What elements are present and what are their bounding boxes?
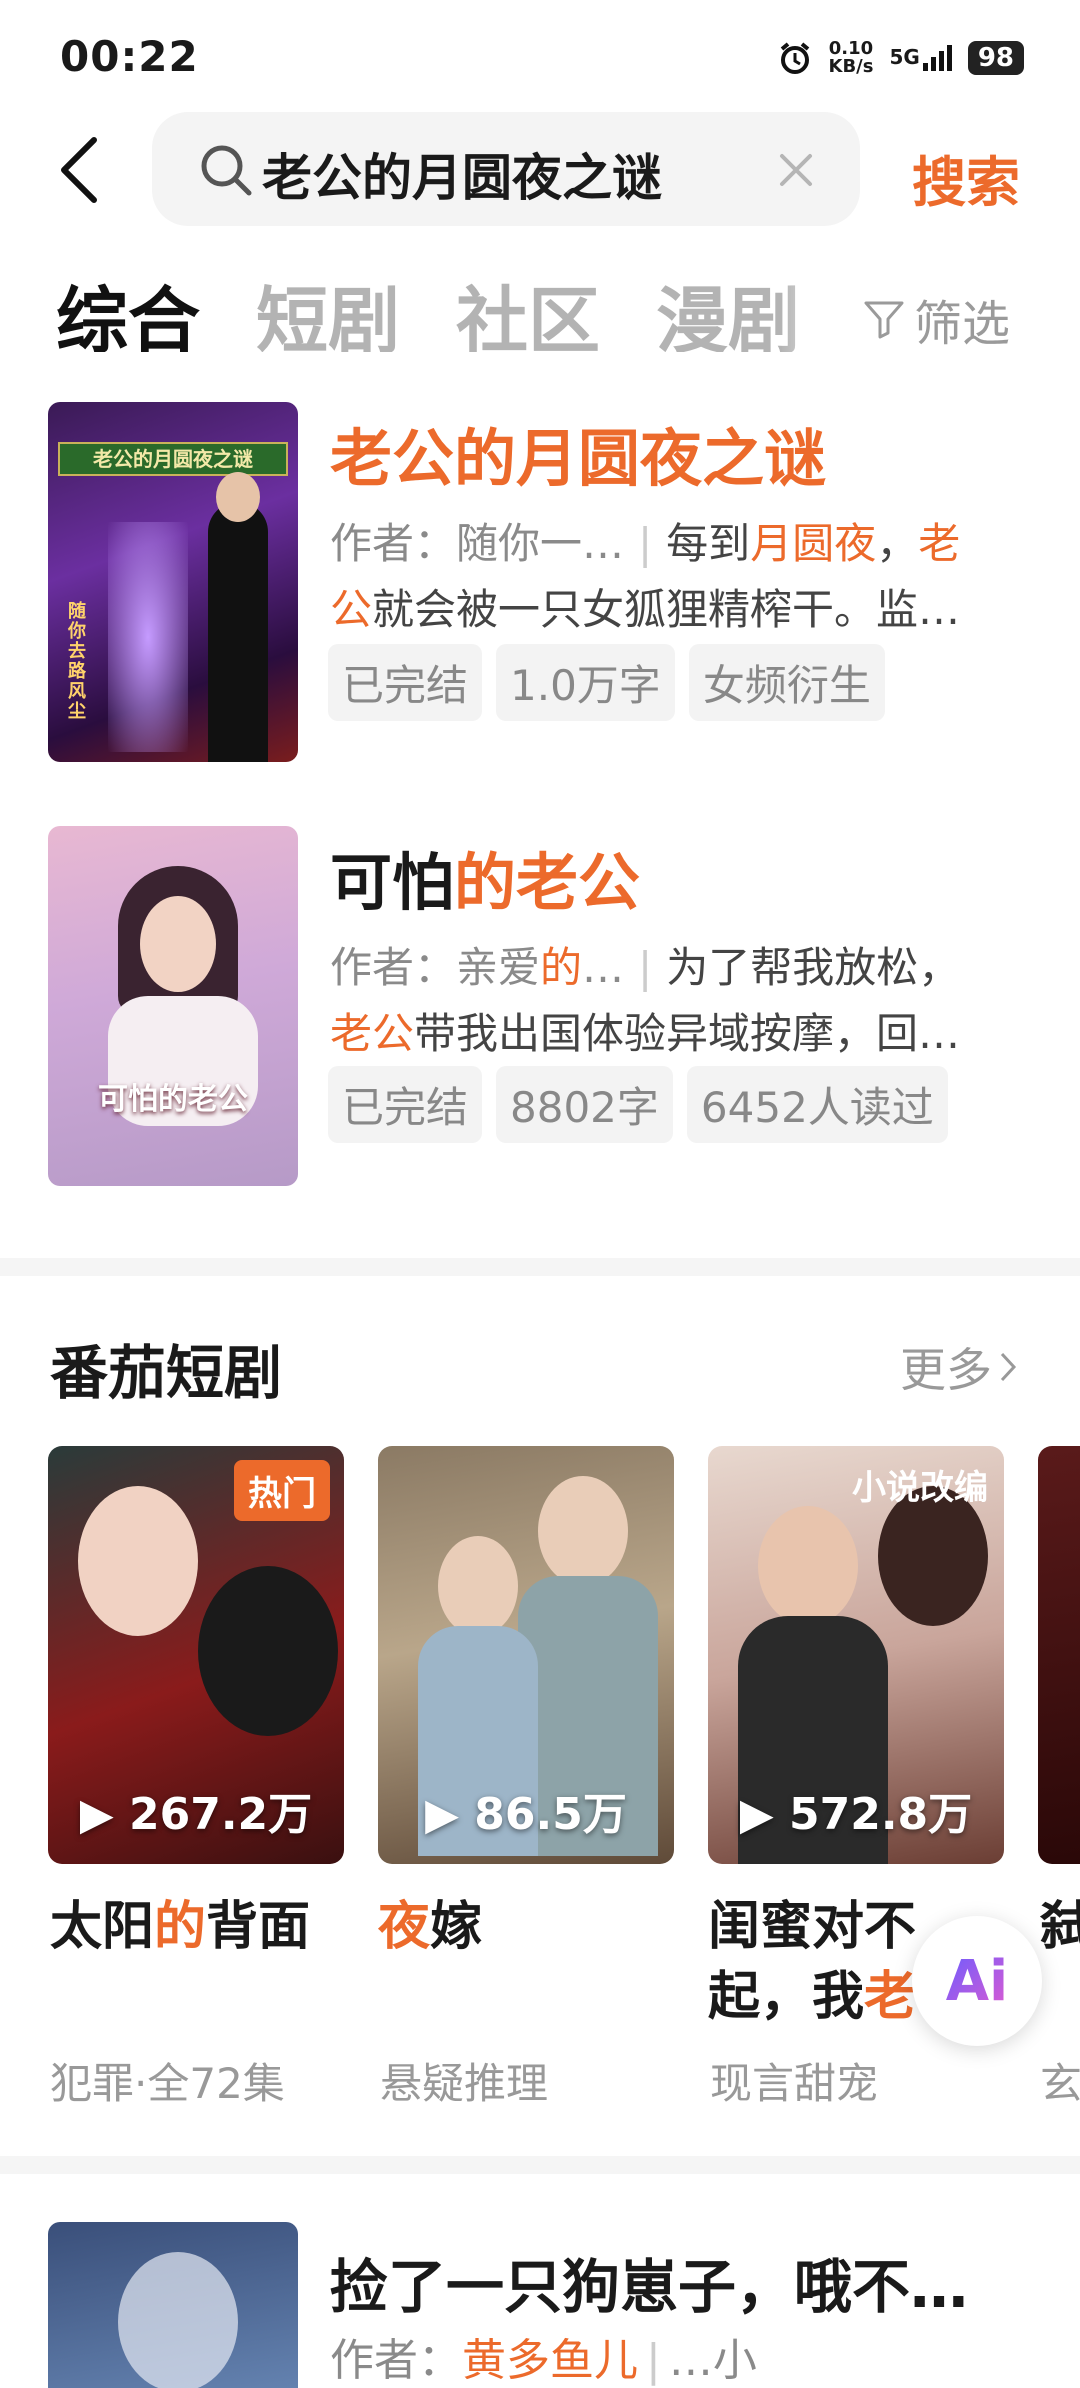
drama-figure bbox=[438, 1536, 518, 1636]
tag-status: 已完结 bbox=[328, 644, 483, 721]
book-tags: 已完结 1.0万字 女频衍生 bbox=[328, 644, 885, 721]
network-speed: 0.10 KB/s bbox=[828, 38, 874, 77]
filter-button[interactable]: 筛选 bbox=[862, 284, 1010, 354]
drama-card[interactable]: 热门 ▶ 267.2万 bbox=[48, 1446, 344, 1864]
back-button[interactable] bbox=[50, 130, 110, 210]
drama-figure bbox=[198, 1566, 338, 1736]
book-title[interactable]: 可怕的老公 bbox=[330, 832, 640, 922]
back-arrow-icon bbox=[61, 137, 97, 203]
more-link[interactable]: 更多 bbox=[900, 1334, 1018, 1400]
drama-figure bbox=[538, 1476, 628, 1586]
section-divider bbox=[0, 2156, 1080, 2174]
book-intro: 老公带我出国体验异域按摩，回… bbox=[330, 1009, 961, 1058]
chevron-right-icon bbox=[1000, 1352, 1017, 1382]
cover-glow bbox=[108, 522, 188, 752]
clear-icon[interactable] bbox=[776, 150, 816, 190]
cover-figure-head bbox=[216, 472, 260, 522]
drama-category: 悬疑推理 bbox=[380, 2059, 549, 2108]
drama-category: 现言甜宠 bbox=[710, 2059, 879, 2108]
tag-status: 已完结 bbox=[328, 1066, 483, 1143]
drama-figure bbox=[78, 1486, 198, 1636]
cover-title: 可怕的老公 bbox=[98, 1082, 248, 1117]
book-author: 作者：黄多鱼儿 | …小 bbox=[330, 2335, 757, 2386]
status-icons: 0.10 KB/s 5G 98 bbox=[777, 36, 1024, 80]
hot-badge: 热门 bbox=[234, 1460, 330, 1521]
signal-icon: 5G bbox=[889, 45, 952, 71]
search-button[interactable]: 搜索 bbox=[912, 138, 1020, 217]
drama-card[interactable]: 小说改编 ▶ 572.8万 bbox=[708, 1446, 1004, 1864]
filter-icon bbox=[864, 301, 904, 339]
tab-community[interactable]: 社区 bbox=[456, 262, 600, 352]
result-tabs: 综合 短剧 社区 漫剧 bbox=[56, 262, 846, 352]
filter-label: 筛选 bbox=[914, 296, 1011, 352]
book-title[interactable]: 老公的月圆夜之谜 bbox=[330, 408, 826, 498]
drama-title[interactable]: 闺蜜对不 起，我老 bbox=[708, 1892, 916, 2032]
cover-figure bbox=[118, 2252, 238, 2388]
tab-all[interactable]: 综合 bbox=[56, 262, 200, 352]
book-cover[interactable]: 老公的月圆夜之谜 随你去路风尘 bbox=[48, 402, 298, 762]
ai-icon: Ai bbox=[945, 1948, 1009, 2014]
book-tags: 已完结 8802字 6452人读过 bbox=[328, 1066, 948, 1143]
book-intro: 公就会被一只女狐狸精榨干。监… bbox=[330, 585, 961, 634]
tag-readers: 6452人读过 bbox=[686, 1066, 948, 1143]
drama-figure bbox=[758, 1506, 858, 1626]
battery-indicator: 98 bbox=[967, 41, 1024, 75]
drama-category: 犯罪·全72集 bbox=[50, 2059, 285, 2108]
tab-short-drama[interactable]: 短剧 bbox=[256, 262, 400, 352]
play-count: ▶ 86.5万 bbox=[425, 1789, 627, 1840]
drama-title[interactable]: 太阳的背面 bbox=[50, 1892, 310, 1962]
book-author-intro: 作者：随你一… | 每到月圆夜，老 bbox=[330, 519, 961, 568]
adaptation-badge: 小说改编 bbox=[852, 1468, 988, 1508]
status-time: 00:22 bbox=[60, 32, 199, 81]
book-title[interactable]: 捡了一只狗崽子，哦不… bbox=[330, 2240, 968, 2324]
cover-author: 随你去路风尘 bbox=[68, 601, 86, 722]
cover-figure-face bbox=[140, 896, 216, 992]
drama-card[interactable]: ▶ 86.5万 bbox=[378, 1446, 674, 1864]
search-query: 老公的月圆夜之谜 bbox=[262, 149, 662, 207]
book-author-intro: 作者：亲爱的… | 为了帮我放松， bbox=[330, 943, 961, 992]
book-cover[interactable]: 可怕的老公 bbox=[48, 826, 298, 1186]
cover-figure bbox=[208, 502, 268, 762]
alarm-icon bbox=[780, 42, 809, 74]
drama-title[interactable]: 夜嫁 bbox=[378, 1892, 482, 1962]
ai-assistant-button[interactable]: Ai bbox=[912, 1916, 1042, 2046]
cover-title: 老公的月圆夜之谜 bbox=[58, 442, 288, 476]
search-icon bbox=[201, 145, 252, 196]
drama-category: 玄 bbox=[1040, 2059, 1080, 2108]
drama-title[interactable]: 弑 bbox=[1040, 1892, 1080, 1962]
section-divider bbox=[0, 1258, 1080, 1276]
book-cover[interactable] bbox=[48, 2222, 298, 2388]
section-title: 番茄短剧 bbox=[50, 1339, 283, 1407]
play-count: ▶ 267.2万 bbox=[79, 1789, 313, 1840]
drama-card[interactable] bbox=[1038, 1446, 1080, 1864]
tag-genre: 女频衍生 bbox=[688, 644, 885, 721]
play-count: ▶ 572.8万 bbox=[739, 1789, 973, 1840]
tab-comic-drama[interactable]: 漫剧 bbox=[656, 262, 800, 352]
tag-wordcount: 8802字 bbox=[496, 1066, 673, 1143]
tag-wordcount: 1.0万字 bbox=[496, 644, 675, 721]
